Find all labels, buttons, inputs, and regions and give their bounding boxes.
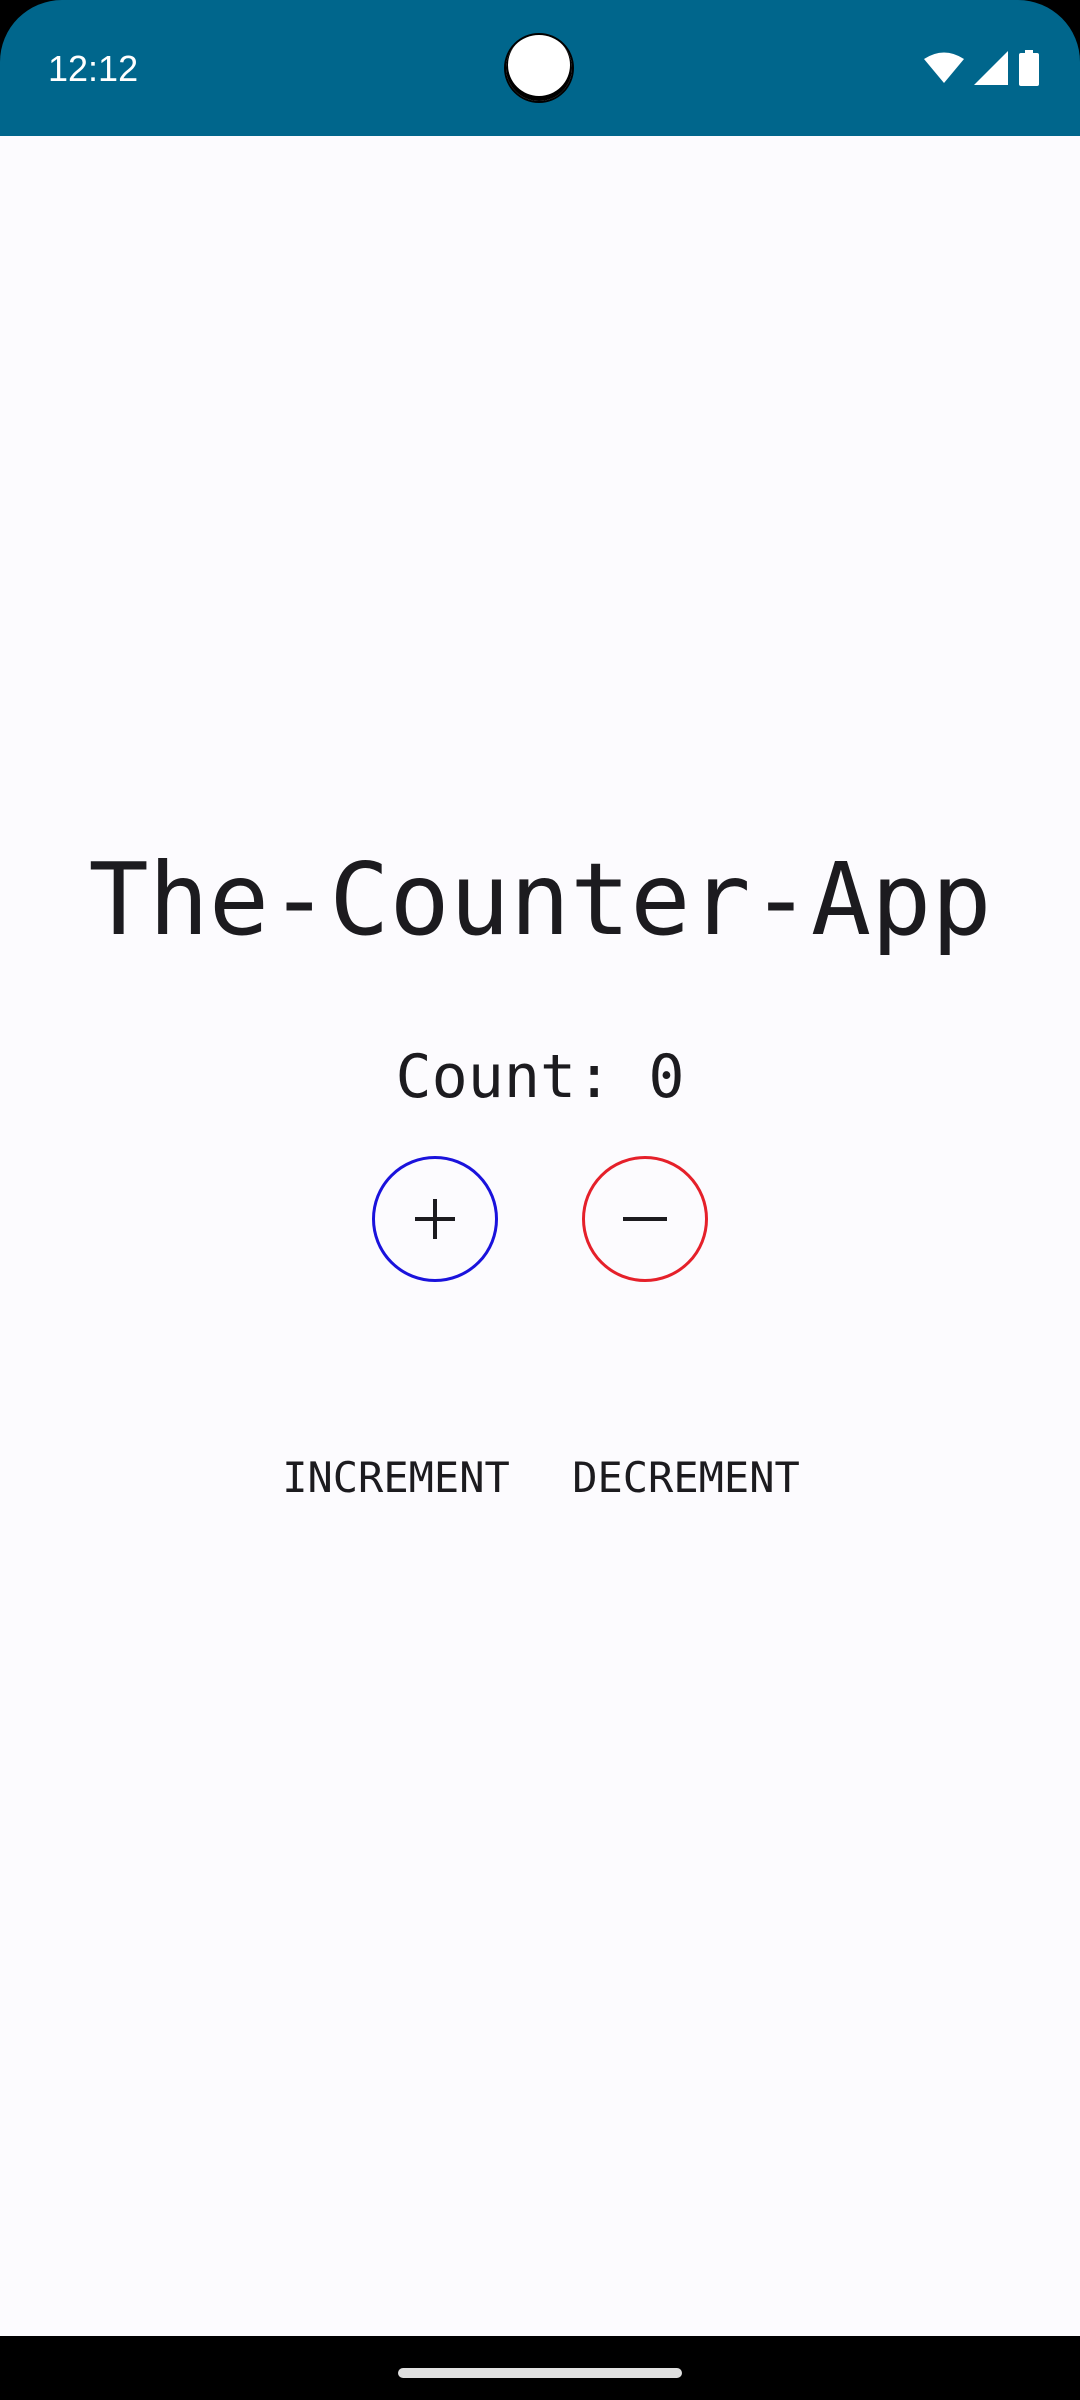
status-bar: 12:12 (0, 0, 1080, 136)
front-camera-cutout (506, 35, 572, 101)
decrement-label: DECREMENT (572, 1453, 800, 1502)
app-content (0, 136, 1080, 2336)
cellular-signal-icon (974, 51, 1008, 85)
device-screen: 12:12 The-Counter-App Count: 0 INCREMENT… (0, 0, 1080, 2400)
increment-label: INCREMENT (282, 1453, 510, 1502)
battery-icon (1019, 50, 1039, 86)
count-display: Count: 0 (395, 1042, 685, 1112)
home-gesture-handle[interactable] (398, 2368, 682, 2378)
app-title: The-Counter-App (88, 841, 992, 958)
minus-icon (623, 1217, 667, 1221)
wifi-icon (924, 52, 964, 83)
increment-button[interactable] (372, 1156, 498, 1282)
status-time: 12:12 (48, 48, 139, 89)
decrement-button[interactable] (582, 1156, 708, 1282)
status-icons (924, 50, 1040, 86)
plus-icon (415, 1199, 455, 1239)
